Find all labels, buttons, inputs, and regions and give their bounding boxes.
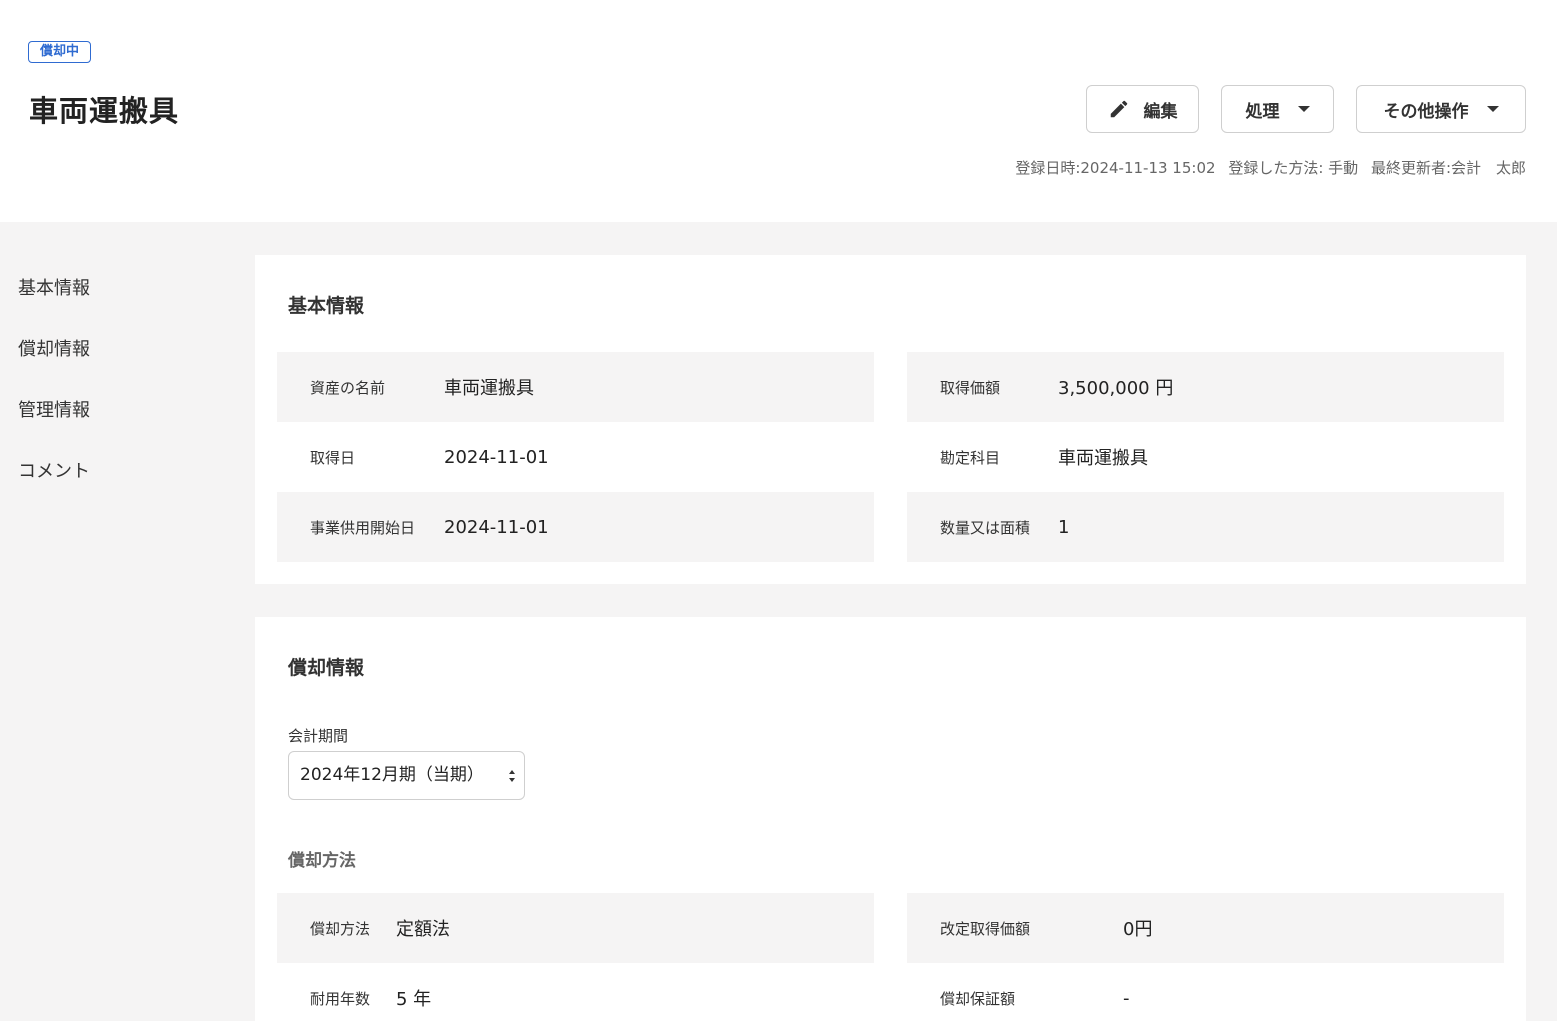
field-row-acquisition-cost: 取得価額 3,500,000 円: [907, 352, 1504, 422]
field-label: 取得価額: [940, 378, 1001, 397]
basic-info-card: 基本情報 資産の名前 車両運搬具 取得日 2024-11-01 事業供用開始日 …: [255, 255, 1526, 584]
depreciation-method-section-title: 償却方法: [288, 851, 356, 871]
field-value: 2024-11-01: [444, 446, 549, 468]
field-row-revised-acquisition-cost: 改定取得価額 0円: [907, 893, 1504, 963]
field-row-account-title: 勘定科目 車両運搬具: [907, 422, 1504, 492]
field-row-useful-life: 耐用年数 5 年: [277, 963, 874, 1021]
field-label: 事業供用開始日: [310, 518, 416, 537]
pencil-icon: [1110, 100, 1127, 118]
sidebar-item-basic-info[interactable]: 基本情報: [18, 276, 90, 337]
field-value: 車両運搬具: [1058, 448, 1148, 469]
status-badge: 償却中: [28, 41, 92, 63]
process-dropdown-button[interactable]: 処理: [1221, 85, 1334, 133]
page-header: 償却中 車両運搬具 編集 処理 その他操作 登録日時:2024-11-13 15…: [0, 0, 1557, 222]
side-navigation: 基本情報 償却情報 管理情報 コメント: [18, 276, 90, 520]
field-row-asset-name: 資産の名前 車両運搬具: [277, 352, 874, 422]
field-label: 資産の名前: [310, 378, 386, 397]
accounting-period-select[interactable]: 2024年12月期（当期）: [288, 751, 525, 800]
sidebar-item-depreciation-info[interactable]: 償却情報: [18, 337, 90, 398]
process-button-label: 処理: [1245, 101, 1280, 122]
depreciation-info-title: 償却情報: [288, 657, 365, 679]
last-updated-by: 最終更新者:会計 太郎: [1370, 159, 1526, 177]
field-row-quantity: 数量又は面積 1: [907, 492, 1504, 562]
field-row-acquisition-date: 取得日 2024-11-01: [277, 422, 874, 492]
select-arrows-icon: [509, 770, 515, 782]
field-value: 2024-11-01: [444, 516, 549, 538]
field-label: 償却保証額: [940, 989, 1016, 1008]
more-actions-dropdown-button[interactable]: その他操作: [1356, 85, 1526, 133]
field-value: 定額法: [396, 919, 450, 940]
field-label: 耐用年数: [310, 989, 371, 1008]
edit-button[interactable]: 編集: [1086, 85, 1199, 133]
sidebar-item-management-info[interactable]: 管理情報: [18, 398, 90, 459]
field-value: -: [1123, 987, 1130, 1009]
sidebar-item-comments[interactable]: コメント: [18, 459, 90, 520]
field-row-guaranteed-amount: 償却保証額 -: [907, 963, 1504, 1021]
field-label: 勘定科目: [940, 448, 1001, 467]
chevron-down-icon: [1486, 106, 1499, 112]
more-actions-button-label: その他操作: [1383, 101, 1469, 122]
field-value: 車両運搬具: [444, 378, 534, 399]
chevron-down-icon: [1297, 106, 1310, 112]
field-label: 償却方法: [310, 919, 371, 938]
field-label: 改定取得価額: [940, 919, 1031, 938]
field-value: 0円: [1123, 919, 1153, 940]
basic-info-title: 基本情報: [288, 295, 365, 317]
field-value: 3,500,000 円: [1058, 378, 1174, 399]
edit-button-label: 編集: [1143, 101, 1178, 122]
record-meta: 登録日時:2024-11-13 15:02 登録した方法: 手動 最終更新者:会…: [1007, 157, 1526, 178]
registered-at: 登録日時:2024-11-13 15:02: [1015, 159, 1216, 177]
field-row-depreciation-method: 償却方法 定額法: [277, 893, 874, 963]
depreciation-info-card: 償却情報 会計期間 2024年12月期（当期） 償却方法 償却方法 定額法 耐用…: [255, 617, 1526, 1021]
field-value: 1: [1058, 516, 1070, 538]
accounting-period-value: 2024年12月期（当期）: [300, 765, 484, 785]
field-row-service-start-date: 事業供用開始日 2024-11-01: [277, 492, 874, 562]
field-label: 数量又は面積: [940, 518, 1031, 537]
field-label: 取得日: [310, 448, 356, 467]
registered-method: 登録した方法: 手動: [1228, 159, 1359, 177]
accounting-period-label: 会計期間: [288, 727, 349, 745]
field-value: 5 年: [396, 989, 432, 1010]
page-title: 車両運搬具: [29, 94, 180, 128]
